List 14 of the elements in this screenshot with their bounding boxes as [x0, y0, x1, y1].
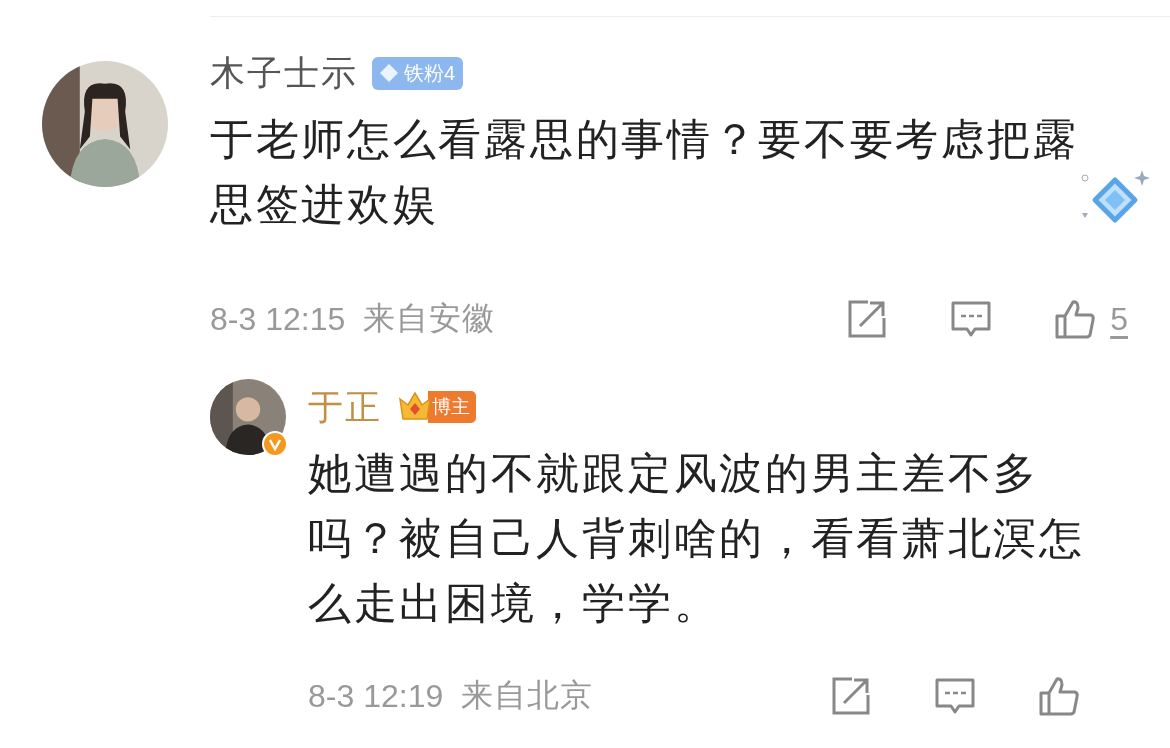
- comment-text: 于老师怎么看露思的事情？要不要考虑把露思签进欢娱: [210, 114, 1080, 230]
- comment-location: 来自北京: [461, 676, 594, 715]
- comment-location: 来自安徽: [363, 299, 496, 338]
- user-name[interactable]: 于正: [308, 383, 382, 431]
- like-icon[interactable]: [1038, 675, 1080, 717]
- comment-text: 她遭遇的不就跟定风波的男主差不多吗？被自己人背刺啥的，看看萧北溟怎么走出困境，学学。: [308, 448, 1086, 629]
- like-icon[interactable]: [1054, 298, 1097, 340]
- share-icon[interactable]: [830, 675, 872, 717]
- comment-time: 8-3 12:15: [210, 300, 346, 338]
- fan-badge: 铁粉4: [372, 56, 464, 90]
- user-name[interactable]: 木子士示: [210, 49, 358, 97]
- share-icon[interactable]: [846, 298, 889, 340]
- like-count[interactable]: 5: [1110, 300, 1128, 338]
- comment-time: 8-3 12:19: [308, 677, 444, 715]
